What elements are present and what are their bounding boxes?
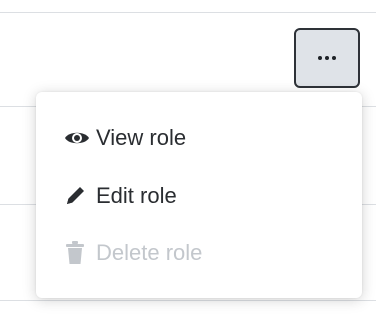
view-role-menu-item[interactable]: View role xyxy=(64,120,186,156)
row-divider xyxy=(0,12,376,13)
view-role-label: View role xyxy=(96,125,187,150)
delete-role-label: Delete role xyxy=(96,240,203,265)
trash-icon xyxy=(64,241,92,265)
ellipsis-icon xyxy=(318,56,336,60)
row-divider xyxy=(0,300,376,301)
more-actions-button[interactable] xyxy=(294,28,360,88)
actions-menu: View role Edit role Delete role xyxy=(36,92,362,298)
edit-role-menu-item[interactable]: Edit role xyxy=(64,178,177,214)
delete-role-menu-item[interactable]: Delete role xyxy=(64,235,202,271)
edit-role-label: Edit role xyxy=(96,183,177,208)
eye-icon xyxy=(64,126,92,150)
pencil-icon xyxy=(64,184,92,208)
